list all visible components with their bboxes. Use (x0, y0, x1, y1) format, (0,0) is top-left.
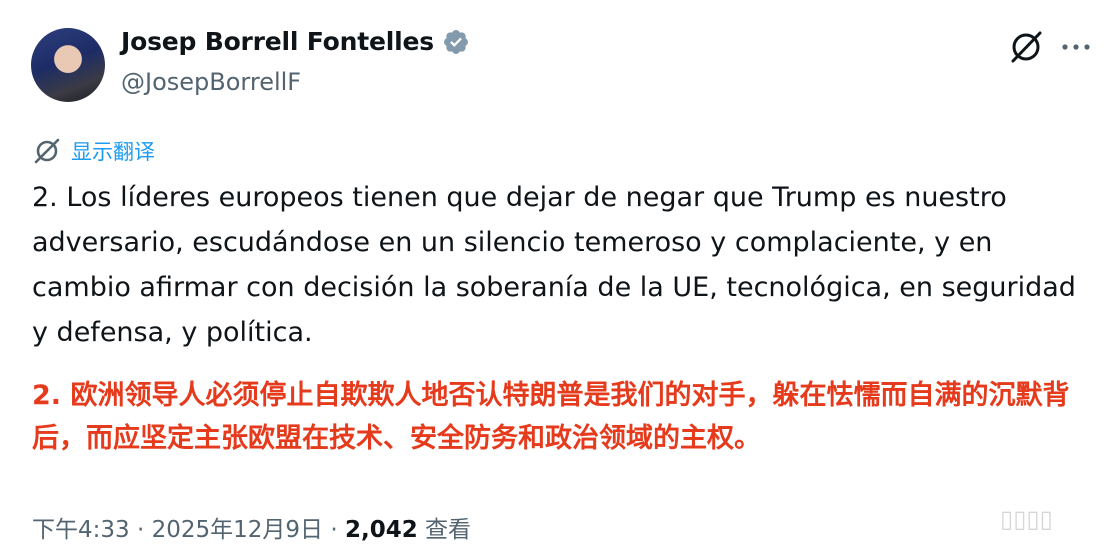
author-name-row: Josep Borrell Fontelles (121, 27, 470, 56)
show-translation-label: 显示翻译 (71, 140, 155, 164)
views-count: 2,042 (344, 517, 418, 543)
post-time[interactable]: 下午4:33 (32, 517, 130, 543)
translation-overlay-text: 2. 欧洲领导人必须停止自欺欺人地否认特朗普是我们的对手，躲在怯懦而自满的沉默背… (32, 380, 1070, 454)
translate-icon (34, 138, 60, 164)
grok-icon[interactable] (1007, 28, 1045, 66)
show-translation-link[interactable]: 显示翻译 (33, 136, 155, 166)
author-handle[interactable]: @JosepBorrellF (121, 68, 301, 96)
post-date[interactable]: 2025年12月9日 (152, 517, 323, 543)
meta-separator: · (129, 517, 152, 543)
watermark: ▯▯▯▯ (1000, 505, 1053, 533)
avatar[interactable] (31, 28, 105, 102)
verified-badge-icon[interactable] (442, 28, 470, 56)
more-horizontal-icon[interactable] (1060, 36, 1092, 58)
author-display-name[interactable]: Josep Borrell Fontelles (121, 27, 434, 56)
views-label: 查看 (417, 517, 472, 543)
post-meta: 下午4:33 · 2025年12月9日 · 2,042 查看 (32, 510, 471, 544)
post-text: 2. Los líderes europeos tienen que dejar… (32, 182, 1076, 348)
meta-separator: · (323, 517, 345, 543)
